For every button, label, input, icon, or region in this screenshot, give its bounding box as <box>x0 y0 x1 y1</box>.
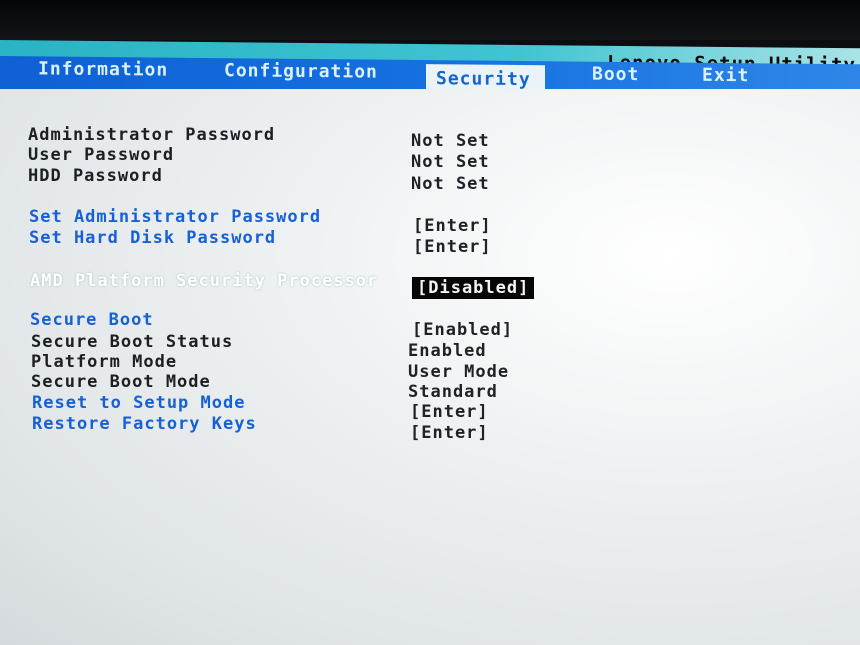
security-panel: Administrator Password Not Set User Pass… <box>0 89 860 645</box>
restore-factory-keys-value[interactable]: [Enter] <box>410 423 489 443</box>
set-hdd-password-item[interactable]: Set Hard Disk Password <box>29 228 276 248</box>
platform-mode-label: Platform Mode <box>31 352 178 372</box>
tab-configuration[interactable]: Configuration <box>224 60 378 82</box>
hdd-password-value: Not Set <box>411 174 490 194</box>
secure-boot-value[interactable]: [Enabled] <box>412 320 513 340</box>
secure-boot-item[interactable]: Secure Boot <box>30 310 154 330</box>
reset-setup-mode-value[interactable]: [Enter] <box>410 402 489 422</box>
bios-screen: Lenovo Setup Utility Information Configu… <box>0 0 860 645</box>
amd-psp-value[interactable]: [Disabled] <box>411 277 535 299</box>
set-admin-password-item[interactable]: Set Administrator Password <box>29 207 321 227</box>
reset-setup-mode-item[interactable]: Reset to Setup Mode <box>32 393 245 413</box>
monitor-bezel <box>0 0 860 40</box>
admin-password-label: Administrator Password <box>28 125 276 145</box>
user-password-value: Not Set <box>411 152 490 172</box>
platform-mode-value: User Mode <box>408 362 510 382</box>
secure-boot-mode-value: Standard <box>408 382 498 402</box>
tab-exit[interactable]: Exit <box>702 65 749 86</box>
amd-psp-item[interactable]: AMD Platform Security Processor <box>30 271 378 291</box>
tab-information[interactable]: Information <box>38 58 168 80</box>
restore-factory-keys-item[interactable]: Restore Factory Keys <box>32 414 257 434</box>
tab-boot[interactable]: Boot <box>592 64 639 85</box>
set-admin-password-value[interactable]: [Enter] <box>413 216 492 236</box>
secure-boot-status-value: Enabled <box>408 341 487 361</box>
admin-password-value: Not Set <box>411 131 490 151</box>
secure-boot-mode-label: Secure Boot Mode <box>31 372 211 392</box>
secure-boot-status-label: Secure Boot Status <box>31 332 234 352</box>
hdd-password-label: HDD Password <box>28 166 163 186</box>
user-password-label: User Password <box>28 145 175 165</box>
set-hdd-password-value[interactable]: [Enter] <box>413 237 492 257</box>
